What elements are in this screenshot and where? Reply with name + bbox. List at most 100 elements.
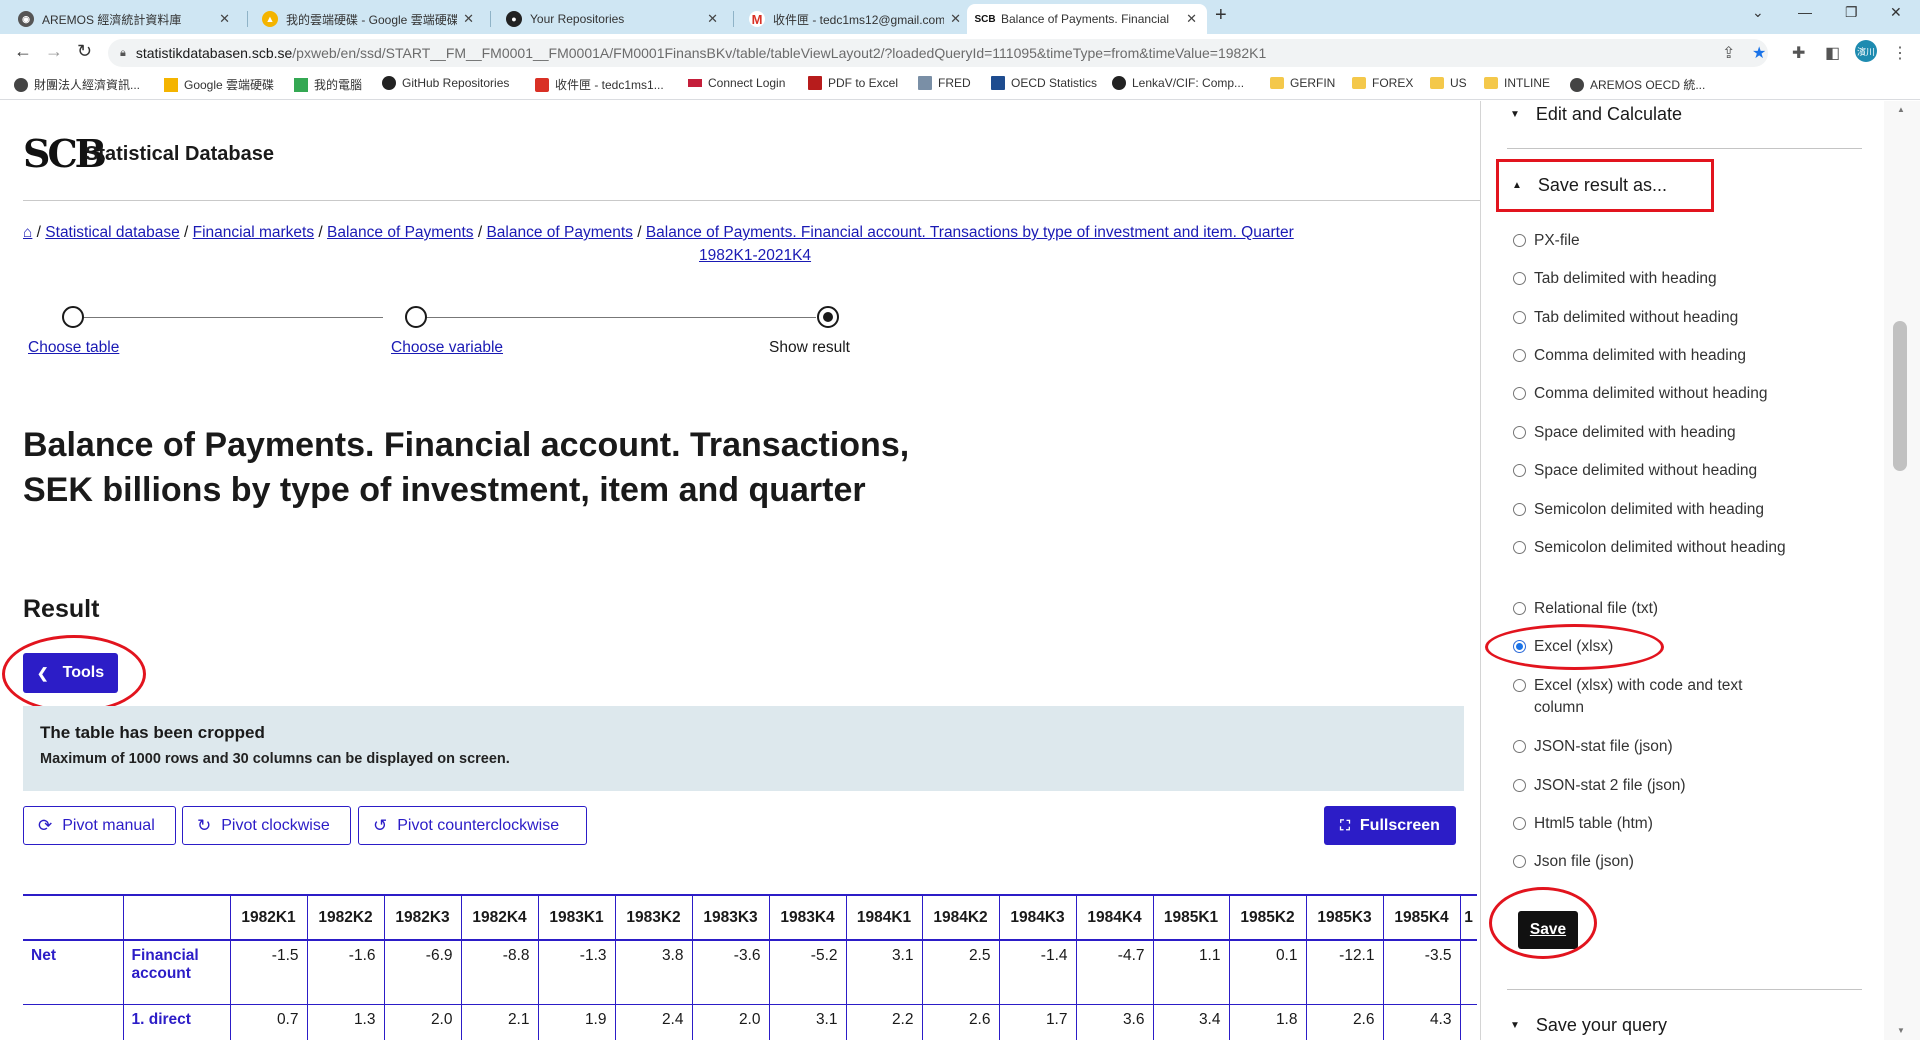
breadcrumb-current-period[interactable]: 1982K1-2021K4 xyxy=(699,247,811,264)
menu-icon[interactable]: ⋮ xyxy=(1892,43,1908,63)
radio-button[interactable] xyxy=(1513,541,1526,554)
radio-button[interactable] xyxy=(1513,464,1526,477)
forward-icon[interactable]: → xyxy=(45,41,63,62)
pivot-manual-button[interactable]: ⟳ Pivot manual xyxy=(23,806,176,845)
close-icon[interactable]: ✕ xyxy=(950,11,961,27)
scroll-down-icon[interactable]: ▼ xyxy=(1897,1026,1905,1035)
share-icon[interactable]: ⇪ xyxy=(1722,43,1735,63)
breadcrumb-link[interactable]: Balance of Payments xyxy=(327,224,473,241)
format-option[interactable]: JSON-stat file (json) xyxy=(1513,736,1843,758)
bookmark-star-icon[interactable]: ★ xyxy=(1752,43,1766,63)
browser-tab[interactable]: ● Your Repositories ✕ xyxy=(496,4,728,34)
radio-button[interactable] xyxy=(1513,387,1526,400)
radio-button[interactable] xyxy=(1513,817,1526,830)
scroll-up-icon[interactable]: ▲ xyxy=(1897,105,1905,114)
radio-button[interactable] xyxy=(1513,779,1526,792)
save-result-as-toggle[interactable]: ▲ Save result as... xyxy=(1512,175,1667,196)
sidebar-scrollbar[interactable]: ▲ ▼ xyxy=(1884,101,1920,1040)
browser-tab[interactable]: ◉ AREMOS 經濟統計資料庫 ✕ xyxy=(8,4,240,34)
radio-button[interactable] xyxy=(1513,855,1526,868)
format-option[interactable]: Relational file (txt) xyxy=(1513,598,1843,620)
bookmark-item[interactable]: OECD Statistics xyxy=(991,76,1097,90)
radio-button[interactable] xyxy=(1513,426,1526,439)
back-icon[interactable]: ← xyxy=(14,41,32,62)
format-option[interactable]: Tab delimited with heading xyxy=(1513,268,1843,290)
format-option[interactable]: PX-file xyxy=(1513,230,1843,252)
bookmark-item[interactable]: 收件匣 - tedc1ms1... xyxy=(535,76,664,93)
format-option[interactable]: Space delimited without heading xyxy=(1513,460,1843,482)
bookmark-item[interactable]: GitHub Repositories xyxy=(382,76,509,90)
browser-tab[interactable]: ▲ 我的雲端硬碟 - Google 雲端硬碟 ✕ xyxy=(252,4,484,34)
new-tab-icon[interactable]: + xyxy=(1215,4,1227,27)
format-option[interactable]: Html5 table (htm) xyxy=(1513,813,1843,835)
browser-tab[interactable]: M 收件匣 - tedc1ms12@gmail.com ✕ xyxy=(739,4,971,34)
table-cell: 2.6 xyxy=(1305,1004,1384,1040)
fullscreen-button[interactable]: ⛶ Fullscreen xyxy=(1324,806,1456,845)
minimize-icon[interactable]: — xyxy=(1798,4,1812,20)
format-option[interactable]: Semicolon delimited with heading xyxy=(1513,499,1843,521)
format-option-selected[interactable]: Excel (xlsx) xyxy=(1513,636,1843,658)
bookmark-item[interactable]: LenkaV/CIF: Comp... xyxy=(1112,76,1244,90)
radio-button-checked[interactable] xyxy=(1513,640,1526,653)
bookmark-item[interactable]: Google 雲端硬碟 xyxy=(164,76,274,93)
radio-button[interactable] xyxy=(1513,349,1526,362)
step-dot[interactable] xyxy=(405,306,427,328)
step-dot[interactable] xyxy=(62,306,84,328)
scrollbar-thumb[interactable] xyxy=(1893,321,1907,471)
close-window-icon[interactable]: ✕ xyxy=(1890,4,1902,21)
close-icon[interactable]: ✕ xyxy=(219,11,230,27)
breadcrumb-link[interactable]: Balance of Payments xyxy=(486,224,632,241)
radio-button[interactable] xyxy=(1513,311,1526,324)
close-icon[interactable]: ✕ xyxy=(463,11,474,27)
home-icon[interactable]: ⌂ xyxy=(23,224,32,241)
format-option[interactable]: Excel (xlsx) with code and text column xyxy=(1513,675,1773,719)
tab-search-icon[interactable]: ⌄ xyxy=(1752,4,1764,21)
browser-tab-active[interactable]: SCB Balance of Payments. Financial ✕ xyxy=(967,4,1207,34)
url-host: statistikdatabasen.scb.se xyxy=(135,45,293,61)
reload-icon[interactable]: ↻ xyxy=(77,41,92,62)
bookmark-item[interactable]: FRED xyxy=(918,76,971,90)
edit-calculate-toggle[interactable]: ▼ Edit and Calculate xyxy=(1510,104,1682,125)
format-option[interactable]: Semicolon delimited without heading xyxy=(1513,537,1803,559)
bookmark-item[interactable]: PDF to Excel xyxy=(808,76,898,90)
save-button[interactable]: Save xyxy=(1518,911,1578,949)
format-option[interactable]: Space delimited with heading xyxy=(1513,422,1843,444)
close-icon[interactable]: ✕ xyxy=(707,11,718,27)
breadcrumb-link[interactable]: Financial markets xyxy=(193,224,314,241)
radio-button[interactable] xyxy=(1513,679,1526,692)
step-choose-table[interactable]: Choose table xyxy=(28,339,119,357)
restore-icon[interactable]: ❐ xyxy=(1845,4,1858,21)
radio-button[interactable] xyxy=(1513,503,1526,516)
format-option[interactable]: JSON-stat 2 file (json) xyxy=(1513,775,1843,797)
bookmark-item[interactable]: 財團法人經濟資訊... xyxy=(14,76,140,93)
format-option[interactable]: Tab delimited without heading xyxy=(1513,307,1843,329)
radio-button[interactable] xyxy=(1513,602,1526,615)
address-bar[interactable]: 🔒︎ statistikdatabasen.scb.se/pxweb/en/ss… xyxy=(108,39,1768,67)
format-option[interactable]: Comma delimited with heading xyxy=(1513,345,1843,367)
bookmark-item[interactable]: Connect Login xyxy=(688,76,785,90)
bookmark-folder[interactable]: GERFIN xyxy=(1270,76,1335,90)
breadcrumb-link[interactable]: Statistical database xyxy=(45,224,179,241)
radio-button[interactable] xyxy=(1513,272,1526,285)
bookmark-item[interactable]: AREMOS OECD 統... xyxy=(1570,76,1705,93)
bookmark-item[interactable]: 我的電腦 xyxy=(294,76,362,93)
site-title[interactable]: Statistical Database xyxy=(85,143,274,166)
format-option[interactable]: Json file (json) xyxy=(1513,851,1843,873)
radio-button[interactable] xyxy=(1513,740,1526,753)
radio-button[interactable] xyxy=(1513,234,1526,247)
tools-button[interactable]: ❮ Tools xyxy=(23,653,118,693)
side-panel-icon[interactable]: ◧ xyxy=(1825,43,1840,63)
table-cell: -4.7 xyxy=(1075,940,1154,1005)
profile-avatar[interactable]: 濱川 xyxy=(1855,40,1877,62)
save-query-toggle[interactable]: ▼ Save your query xyxy=(1510,1015,1667,1036)
bookmark-folder[interactable]: FOREX xyxy=(1352,76,1413,90)
extensions-icon[interactable]: ✚ xyxy=(1792,43,1805,63)
breadcrumb-current[interactable]: Balance of Payments. Financial account. … xyxy=(646,224,1294,241)
step-choose-variable[interactable]: Choose variable xyxy=(391,339,503,357)
pivot-clockwise-button[interactable]: ↻ Pivot clockwise xyxy=(182,806,351,845)
close-icon[interactable]: ✕ xyxy=(1186,11,1197,27)
format-option[interactable]: Comma delimited without heading xyxy=(1513,383,1843,405)
bookmark-folder[interactable]: US xyxy=(1430,76,1467,90)
pivot-counterclockwise-button[interactable]: ↺ Pivot counterclockwise xyxy=(358,806,587,845)
bookmark-folder[interactable]: INTLINE xyxy=(1484,76,1550,90)
